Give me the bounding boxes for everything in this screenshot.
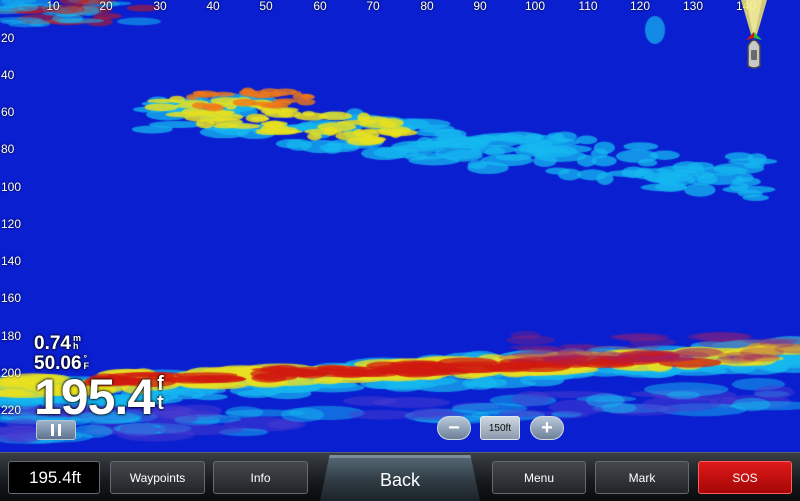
depth-unit: ft xyxy=(157,373,164,414)
range-tick: 60 xyxy=(313,0,327,13)
range-tick: 110 xyxy=(578,0,598,13)
speed-unit: mh xyxy=(72,333,81,351)
mark-button[interactable]: Mark xyxy=(595,461,689,494)
range-tick: 70 xyxy=(366,0,380,13)
range-tick: 100 xyxy=(524,0,546,13)
pause-button[interactable] xyxy=(36,420,76,440)
range-tick: 50 xyxy=(259,0,273,13)
depth-tick: 180 xyxy=(1,329,22,343)
speed-readout: 0.74 m h xyxy=(34,333,81,354)
range-tick: 10 xyxy=(46,0,60,13)
zoom-in-button[interactable]: + xyxy=(530,416,564,440)
range-tick: 130 xyxy=(682,0,704,13)
waypoints-button[interactable]: Waypoints xyxy=(110,461,205,494)
water-temp-unit: ° F xyxy=(83,353,90,371)
depth-tick: 20 xyxy=(1,31,15,45)
depth-tick: 60 xyxy=(1,105,15,119)
depth-tick: 200 xyxy=(1,366,22,380)
depth-tick: 160 xyxy=(1,291,22,305)
depth-tick: 120 xyxy=(1,217,22,231)
menu-button[interactable]: Menu xyxy=(492,461,586,494)
range-tick: 90 xyxy=(473,0,487,13)
zoom-out-button[interactable]: − xyxy=(437,416,471,440)
range-tick: 40 xyxy=(206,0,220,13)
bottom-toolbar: 195.4ft Waypoints Info Back Menu Mark SO… xyxy=(0,452,800,501)
boat-icon xyxy=(741,0,767,69)
back-button[interactable]: Back xyxy=(320,455,480,501)
range-label: 150ft xyxy=(480,416,520,440)
speed-value: 0.74 xyxy=(34,333,71,354)
depth-data-field[interactable]: 195.4ft xyxy=(8,461,100,494)
sos-button[interactable]: SOS xyxy=(698,461,792,494)
depth-tick: 220 xyxy=(1,403,22,417)
depth-tick: 100 xyxy=(1,180,22,194)
range-tick: 120 xyxy=(629,0,651,13)
depth-tick: 140 xyxy=(1,254,22,268)
depth-value: 195.4 xyxy=(34,369,155,425)
depth-tick: 80 xyxy=(1,142,15,156)
range-tick: 20 xyxy=(99,0,113,13)
info-button[interactable]: Info xyxy=(213,461,308,494)
depth-tick: 40 xyxy=(1,68,15,82)
range-tick: 30 xyxy=(153,0,167,13)
pause-icon xyxy=(51,424,54,436)
depth-readout: 195.4 f t xyxy=(34,369,164,425)
range-tick: 80 xyxy=(420,0,434,13)
